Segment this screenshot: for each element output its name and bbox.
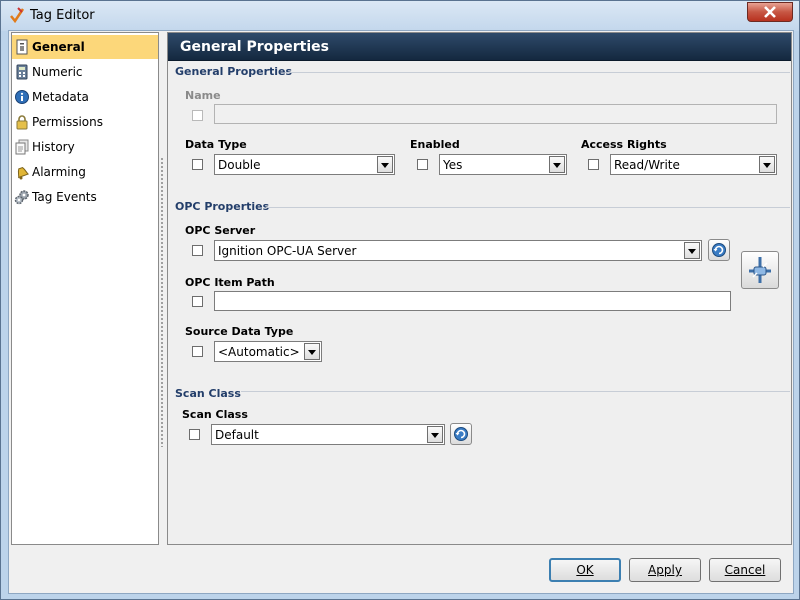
- title-bar[interactable]: Tag Editor: [1, 1, 799, 31]
- access-rights-label: Access Rights: [581, 138, 667, 151]
- chevron-down-icon[interactable]: [377, 156, 393, 173]
- opc-section-title: OPC Properties: [175, 200, 270, 213]
- sidebar-item-label: Permissions: [32, 115, 103, 129]
- enabled-label: Enabled: [410, 138, 460, 151]
- opc-item-path-field[interactable]: [214, 291, 731, 311]
- scan-class-dropdown[interactable]: Default: [211, 424, 445, 445]
- sidebar-item-label: History: [32, 140, 75, 154]
- splitter-handle[interactable]: [159, 157, 165, 447]
- apply-button-label: Apply: [648, 563, 682, 577]
- ok-button-label: OK: [576, 563, 594, 577]
- tag-editor-app-icon: [10, 7, 25, 23]
- chevron-down-icon[interactable]: [304, 343, 320, 360]
- ok-button[interactable]: OK: [549, 558, 621, 582]
- refresh-server-button[interactable]: [708, 239, 730, 261]
- tag-editor-window: Tag Editor General Numeric Metadata Perm…: [0, 0, 800, 600]
- source-data-type-value: <Automatic>: [218, 345, 300, 359]
- close-window-button[interactable]: [747, 2, 793, 22]
- apply-button[interactable]: Apply: [629, 558, 701, 582]
- info-icon: [15, 90, 29, 104]
- section-divider: [266, 207, 790, 208]
- browse-opc-button[interactable]: [741, 251, 779, 289]
- section-divider: [241, 391, 790, 392]
- opc-server-checkbox[interactable]: [192, 245, 203, 256]
- name-label: Name: [185, 89, 221, 102]
- sidebar-item-label: Metadata: [32, 90, 89, 104]
- sidebar-item-metadata[interactable]: Metadata: [12, 85, 158, 109]
- opc-server-label: OPC Server: [185, 224, 256, 237]
- opc-server-value: Ignition OPC-UA Server: [218, 244, 357, 258]
- section-divider: [285, 72, 790, 73]
- properties-panel: General Properties General Properties Na…: [167, 32, 792, 545]
- enabled-value: Yes: [443, 158, 463, 172]
- history-icon: [15, 139, 29, 155]
- window-title: Tag Editor: [30, 8, 95, 23]
- sidebar-item-label: Numeric: [32, 65, 83, 79]
- data-type-value: Double: [218, 158, 261, 172]
- category-sidebar: General Numeric Metadata Permissions His…: [11, 32, 159, 545]
- scan-class-checkbox[interactable]: [189, 429, 200, 440]
- sidebar-item-history[interactable]: History: [12, 135, 158, 159]
- source-data-type-dropdown[interactable]: <Automatic>: [214, 341, 322, 362]
- sidebar-item-alarming[interactable]: Alarming: [12, 160, 158, 184]
- source-data-type-label: Source Data Type: [185, 325, 294, 338]
- sidebar-item-label: Alarming: [32, 165, 86, 179]
- access-rights-value: Read/Write: [614, 158, 680, 172]
- scan-section-title: Scan Class: [175, 387, 241, 400]
- chevron-down-icon[interactable]: [759, 156, 775, 173]
- calculator-icon: [16, 64, 28, 80]
- enabled-dropdown[interactable]: Yes: [439, 154, 567, 175]
- name-field[interactable]: [214, 104, 777, 124]
- sidebar-item-tag-events[interactable]: Tag Events: [12, 185, 158, 209]
- chevron-down-icon[interactable]: [427, 426, 443, 443]
- refresh-scan-class-button[interactable]: [450, 423, 472, 445]
- opc-item-path-checkbox[interactable]: [192, 296, 203, 307]
- scan-class-label: Scan Class: [182, 408, 248, 421]
- plug-connect-icon: [749, 257, 771, 283]
- panel-header: General Properties: [168, 33, 791, 61]
- panel-title: General Properties: [180, 39, 329, 55]
- lock-icon: [16, 115, 28, 130]
- general-section-title: General Properties: [175, 65, 293, 78]
- gears-icon: [14, 190, 29, 205]
- dialog-body: General Numeric Metadata Permissions His…: [8, 30, 794, 594]
- sidebar-item-numeric[interactable]: Numeric: [12, 60, 158, 84]
- data-type-checkbox[interactable]: [192, 159, 203, 170]
- opc-server-dropdown[interactable]: Ignition OPC-UA Server: [214, 240, 702, 261]
- chevron-down-icon[interactable]: [549, 156, 565, 173]
- enabled-checkbox[interactable]: [417, 159, 428, 170]
- cancel-button[interactable]: Cancel: [709, 558, 781, 582]
- close-icon: [764, 6, 776, 18]
- name-override-checkbox[interactable]: [192, 110, 203, 121]
- sidebar-item-label: General: [32, 40, 85, 54]
- sidebar-item-general[interactable]: General: [12, 35, 158, 59]
- access-rights-dropdown[interactable]: Read/Write: [610, 154, 777, 175]
- cancel-button-label: Cancel: [724, 563, 766, 577]
- sidebar-item-label: Tag Events: [32, 190, 97, 204]
- opc-item-path-label: OPC Item Path: [185, 276, 275, 289]
- bell-icon: [17, 166, 29, 180]
- access-rights-checkbox[interactable]: [588, 159, 599, 170]
- scan-class-value: Default: [215, 428, 259, 442]
- refresh-icon: [454, 427, 468, 441]
- refresh-icon: [712, 243, 726, 257]
- chevron-down-icon[interactable]: [684, 242, 700, 259]
- data-type-label: Data Type: [185, 138, 247, 151]
- data-type-dropdown[interactable]: Double: [214, 154, 395, 175]
- sidebar-item-permissions[interactable]: Permissions: [12, 110, 158, 134]
- source-data-type-checkbox[interactable]: [192, 346, 203, 357]
- general-page-icon: [16, 39, 28, 55]
